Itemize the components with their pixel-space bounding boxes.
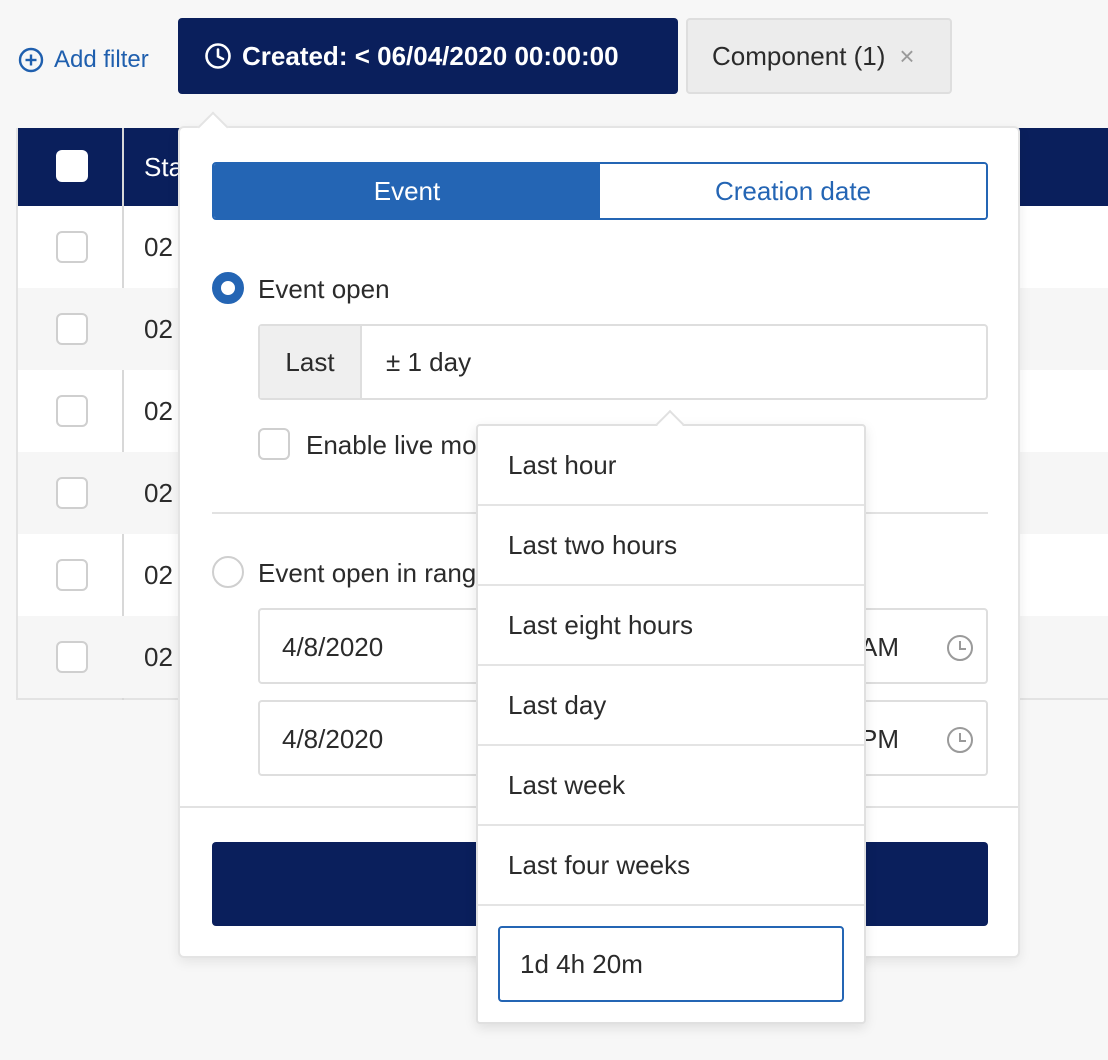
add-filter-button[interactable]: Add filter xyxy=(18,42,149,78)
row-checkbox[interactable] xyxy=(56,395,88,427)
dropdown-item-last-day[interactable]: Last day xyxy=(478,666,864,746)
created-filter-label: Created: < 06/04/2020 00:00:00 xyxy=(242,40,619,71)
last-prefix-label: Last xyxy=(260,326,362,398)
select-all-checkbox[interactable] xyxy=(56,150,88,182)
row-cell: 02 xyxy=(144,478,173,508)
dropdown-item-last-hour[interactable]: Last hour xyxy=(478,426,864,506)
row-checkbox[interactable] xyxy=(56,559,88,591)
row-cell: 02 xyxy=(144,396,173,426)
row-cell: 02 xyxy=(144,560,173,590)
range-end-date: 4/8/2020 xyxy=(282,724,384,754)
row-cell: 02 xyxy=(144,642,173,672)
event-range-label: Event open in rang xyxy=(258,558,477,588)
dropdown-item-last-four-weeks[interactable]: Last four weeks xyxy=(478,826,864,906)
last-period-field[interactable]: Last ± 1 day xyxy=(258,324,988,400)
tab-event[interactable]: Event xyxy=(214,164,600,218)
tab-creation-date[interactable]: Creation date xyxy=(600,164,986,218)
event-open-label: Event open xyxy=(258,274,390,304)
enable-live-checkbox[interactable] xyxy=(258,428,290,460)
component-filter-label: Component (1) xyxy=(712,40,886,71)
close-icon[interactable]: × xyxy=(899,43,914,69)
row-cell: 02 xyxy=(144,232,173,262)
enable-live-label: Enable live mo xyxy=(306,430,477,460)
clock-icon xyxy=(204,42,232,70)
component-filter-chip[interactable]: Component (1) × xyxy=(686,18,952,94)
dropdown-item-last-eight-hours[interactable]: Last eight hours xyxy=(478,586,864,666)
plus-circle-icon xyxy=(18,47,44,73)
filter-mode-tabs: Event Creation date xyxy=(212,162,988,220)
period-dropdown: Last hour Last two hours Last eight hour… xyxy=(476,424,866,1024)
range-start-date: 4/8/2020 xyxy=(282,632,384,662)
row-checkbox[interactable] xyxy=(56,477,88,509)
row-checkbox[interactable] xyxy=(56,313,88,345)
row-checkbox[interactable] xyxy=(56,641,88,673)
dropdown-item-last-two-hours[interactable]: Last two hours xyxy=(478,506,864,586)
last-period-value[interactable]: ± 1 day xyxy=(362,326,471,398)
row-cell: 02 xyxy=(144,314,173,344)
row-checkbox[interactable] xyxy=(56,231,88,263)
add-filter-label: Add filter xyxy=(54,46,149,73)
created-filter-chip[interactable]: Created: < 06/04/2020 00:00:00 xyxy=(178,18,678,94)
event-range-radio[interactable] xyxy=(212,556,244,588)
custom-period-input[interactable] xyxy=(498,926,844,1002)
clock-icon[interactable] xyxy=(946,634,974,662)
clock-icon[interactable] xyxy=(946,726,974,754)
dropdown-item-last-week[interactable]: Last week xyxy=(478,746,864,826)
event-open-radio[interactable] xyxy=(212,272,244,304)
